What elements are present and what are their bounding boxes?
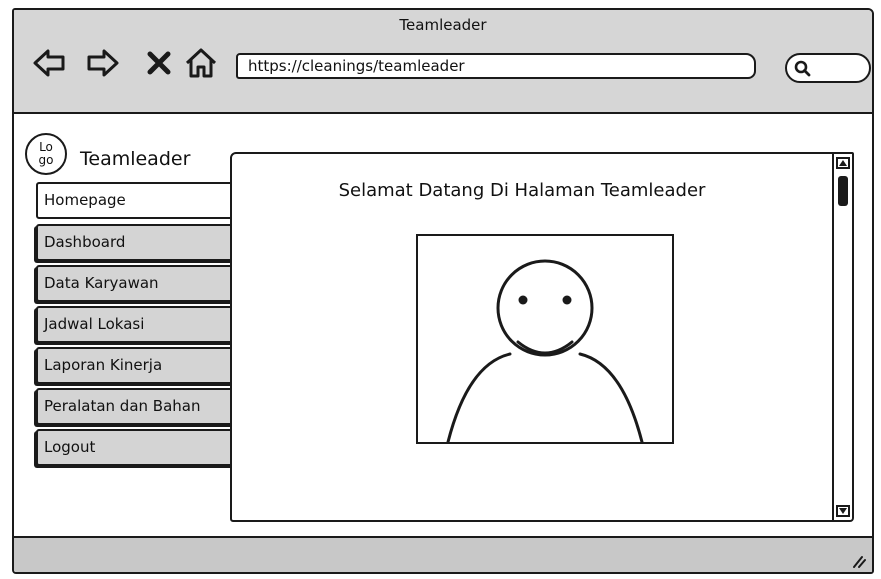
resize-grip-icon[interactable] — [850, 552, 866, 568]
tab-jadwal-lokasi[interactable]: Jadwal Lokasi — [36, 306, 232, 343]
tab-laporan-kinerja[interactable]: Laporan Kinerja — [36, 347, 232, 384]
person-icon — [446, 259, 644, 442]
url-input[interactable]: https://cleanings/teamleader — [236, 53, 756, 79]
welcome-heading: Selamat Datang Di Halaman Teamleader — [338, 180, 706, 201]
tab-logout[interactable]: Logout — [36, 429, 232, 466]
vertical-scrollbar[interactable] — [832, 154, 852, 520]
scrollbar-thumb[interactable] — [838, 176, 848, 206]
logo: Lo go — [25, 133, 67, 175]
browser-titlebar: Teamleader https://cleanings/teamleader — [14, 10, 872, 114]
page-content: Lo go Teamleader Homepage Dashboard Data… — [14, 114, 872, 538]
logo-text-top: Lo — [39, 140, 53, 154]
scroll-up-arrow-icon[interactable] — [836, 157, 850, 169]
app-title: Teamleader — [80, 148, 191, 170]
tab-homepage[interactable]: Homepage — [36, 182, 232, 219]
window-title: Teamleader — [399, 16, 487, 34]
logo-text-bottom: go — [38, 153, 54, 167]
forward-arrow-icon[interactable] — [86, 46, 120, 80]
search-input[interactable] — [785, 53, 871, 83]
back-arrow-icon[interactable] — [32, 46, 66, 80]
tab-peralatan-dan-bahan[interactable]: Peralatan dan Bahan — [36, 388, 232, 425]
close-x-icon[interactable] — [142, 46, 176, 80]
browser-window: Teamleader https://cleanings/teamleader … — [12, 8, 874, 574]
home-icon[interactable] — [184, 46, 218, 80]
main-panel: Selamat Datang Di Halaman Teamleader — [230, 152, 854, 522]
tab-data-karyawan[interactable]: Data Karyawan — [36, 265, 232, 302]
search-icon — [794, 60, 811, 77]
user-avatar-image — [416, 234, 674, 444]
scroll-down-arrow-icon[interactable] — [836, 505, 850, 517]
tab-dashboard[interactable]: Dashboard — [36, 224, 232, 261]
status-bar — [14, 536, 872, 572]
